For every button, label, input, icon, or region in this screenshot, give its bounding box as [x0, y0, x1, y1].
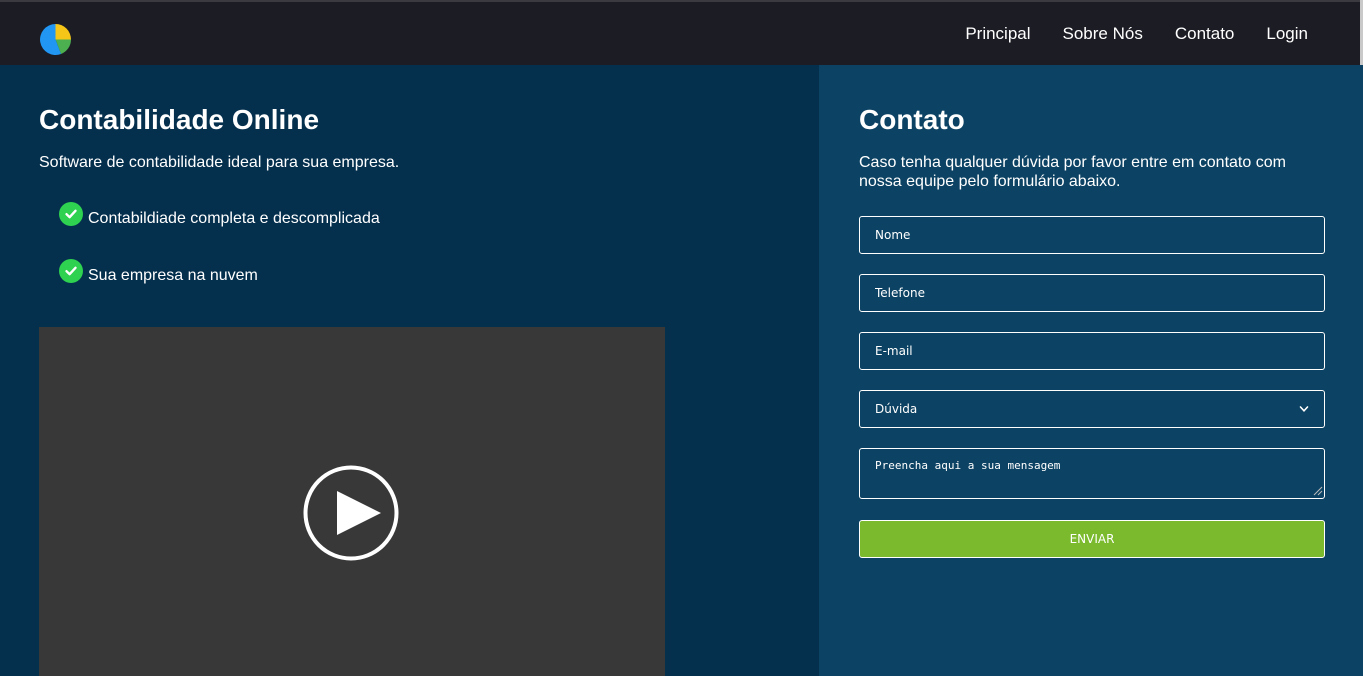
- feature-text: Contabildiade completa e descomplicada: [88, 210, 380, 227]
- nav-principal[interactable]: Principal: [965, 24, 1030, 44]
- message-textarea[interactable]: [859, 448, 1325, 499]
- submit-button[interactable]: ENVIAR: [859, 520, 1325, 558]
- feature-text: Sua empresa na nuvem: [88, 267, 258, 284]
- contact-section: Contato Caso tenha qualquer dúvida por f…: [819, 65, 1363, 676]
- hero-subtitle: Software de contabilidade ideal para sua…: [39, 154, 400, 171]
- subject-selected-value: Dúvida: [875, 402, 918, 416]
- nav-login[interactable]: Login: [1266, 24, 1308, 44]
- video-player[interactable]: [39, 327, 665, 676]
- play-circle-icon[interactable]: [303, 465, 399, 561]
- main-nav: Principal Sobre Nós Contato Login: [933, 2, 1308, 65]
- email-input[interactable]: [859, 332, 1325, 370]
- navbar: Principal Sobre Nós Contato Login: [0, 2, 1363, 65]
- feature-item: Sua empresa na nuvem: [59, 259, 258, 286]
- hero-section: Contabilidade Online Software de contabi…: [0, 65, 819, 676]
- contact-description: Caso tenha qualquer dúvida por favor ent…: [859, 154, 1286, 190]
- pie-chart-icon[interactable]: [39, 23, 72, 56]
- nav-sobre-nos[interactable]: Sobre Nós: [1063, 24, 1143, 44]
- phone-input[interactable]: [859, 274, 1325, 312]
- name-input[interactable]: [859, 216, 1325, 254]
- hero-title: Contabilidade Online: [39, 104, 320, 135]
- subject-select[interactable]: Dúvida: [859, 390, 1325, 428]
- contact-title: Contato: [859, 104, 965, 135]
- check-circle-icon: [59, 259, 83, 283]
- nav-contato[interactable]: Contato: [1175, 24, 1235, 44]
- chevron-down-icon: [1299, 406, 1309, 412]
- feature-item: Contabildiade completa e descomplicada: [59, 202, 380, 229]
- resize-grip-icon[interactable]: [1310, 483, 1323, 496]
- check-circle-icon: [59, 202, 83, 226]
